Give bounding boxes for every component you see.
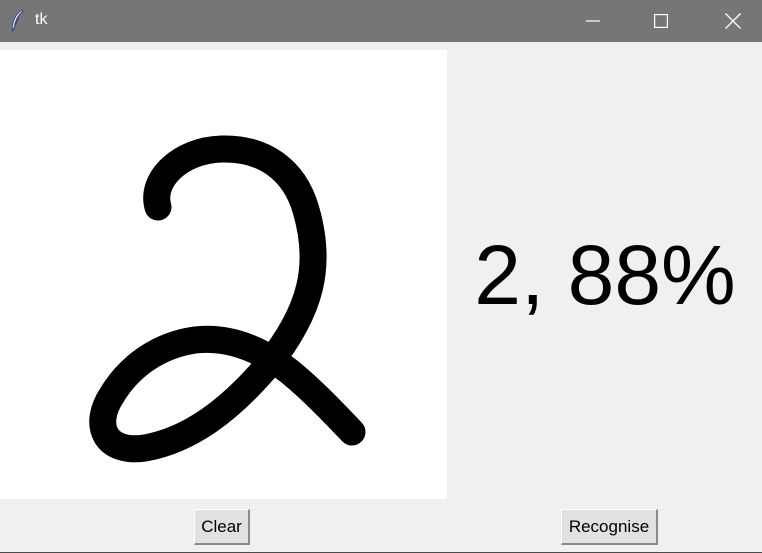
clear-button[interactable]: Clear — [194, 509, 250, 545]
prediction-result: 2, 88% — [474, 227, 736, 322]
feather-icon — [8, 9, 26, 33]
drawing-canvas[interactable] — [0, 50, 447, 499]
recognise-button[interactable]: Recognise — [561, 509, 658, 545]
maximize-icon — [654, 14, 668, 28]
window-title: tk — [35, 11, 48, 28]
close-button[interactable] — [710, 0, 756, 42]
title-bar[interactable]: tk — [0, 0, 762, 42]
app-window: tk 2, 88% Clear Recognise — [0, 0, 762, 553]
minimize-button[interactable] — [570, 0, 616, 42]
close-icon — [725, 13, 741, 29]
maximize-button[interactable] — [638, 0, 684, 42]
minimize-icon — [586, 14, 600, 28]
window-bottom-border — [0, 549, 762, 553]
handwritten-digit-drawing — [89, 135, 366, 463]
